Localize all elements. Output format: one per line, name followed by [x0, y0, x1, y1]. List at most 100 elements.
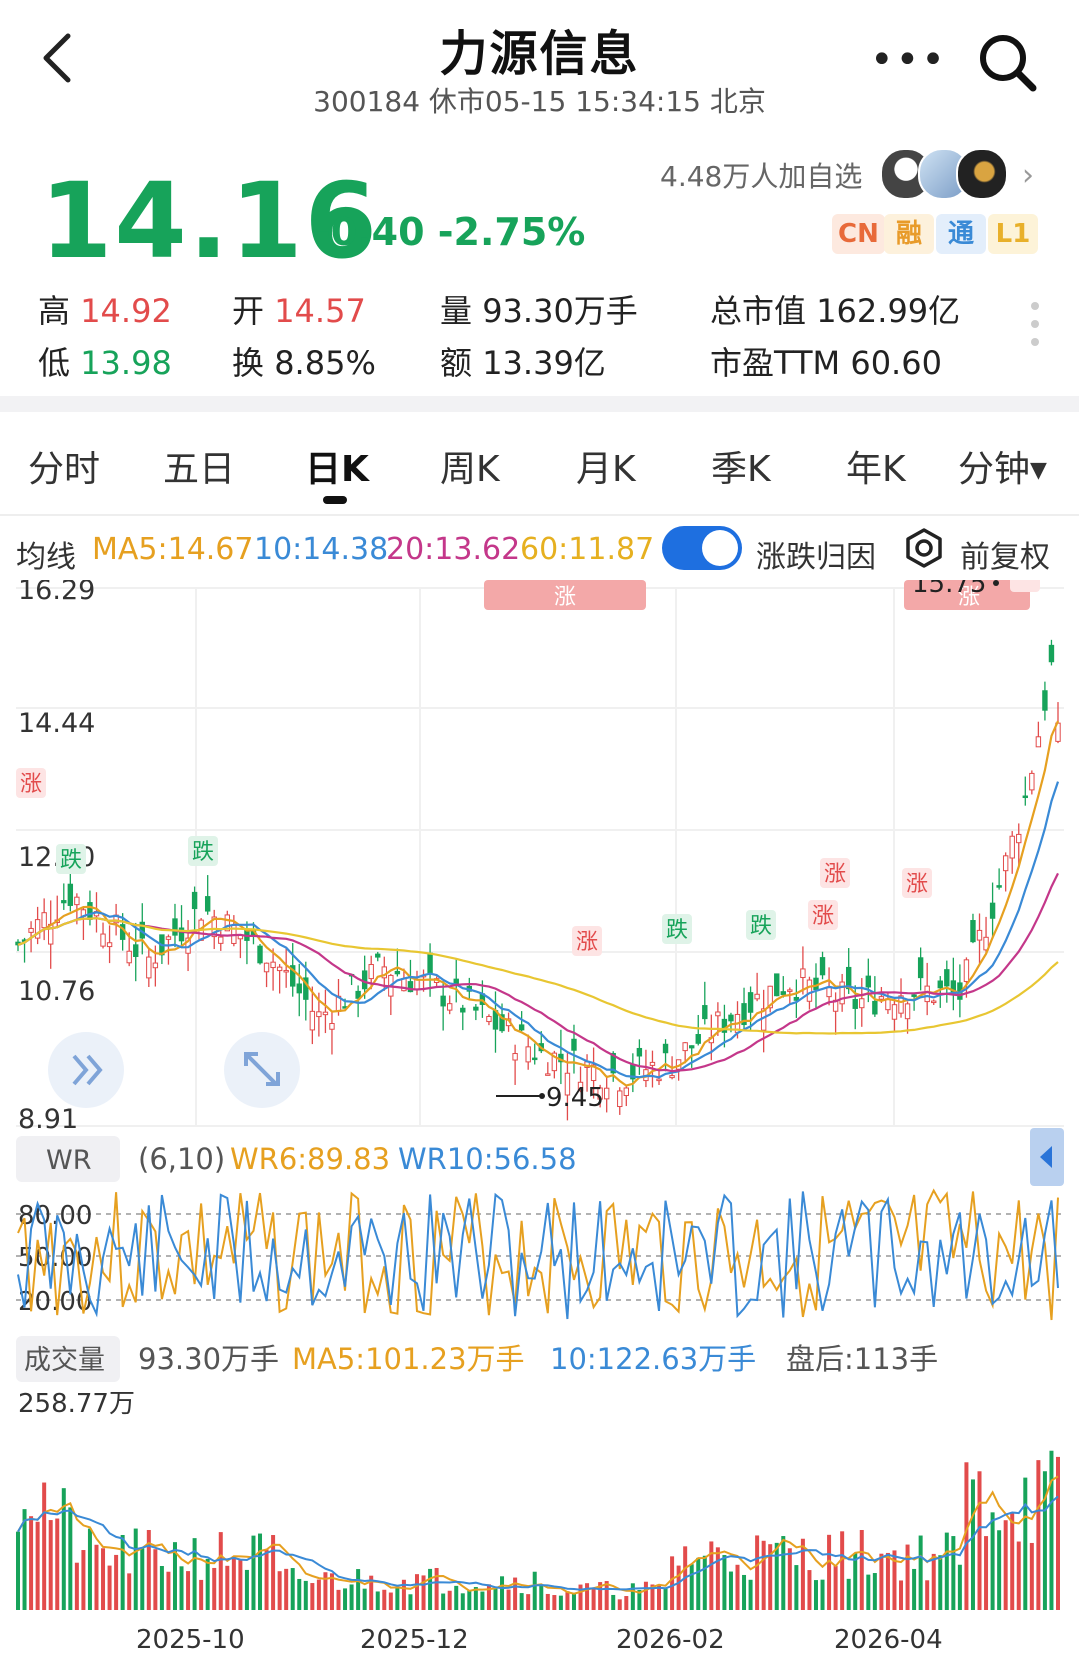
candle-body: [74, 896, 80, 906]
volume-bar: [702, 1555, 707, 1610]
candle-body: [669, 1075, 675, 1079]
volume-bar: [414, 1574, 419, 1610]
volume-bar: [467, 1590, 472, 1610]
candle-body: [774, 973, 780, 997]
volume-bar: [696, 1557, 701, 1610]
candle-body: [67, 883, 74, 906]
price-change: -0.40 -2.75%: [315, 210, 586, 254]
volume-bar: [441, 1593, 446, 1610]
volume-bar: [55, 1518, 60, 1610]
volume-bar: [990, 1512, 995, 1610]
volume-bar: [316, 1579, 321, 1610]
adjust-mode[interactable]: 前复权: [960, 532, 1050, 576]
candle-body: [996, 885, 1002, 888]
kline-chart[interactable]: 16.29 14.44 12.60 10.76 8.91 涨 涨 涨 跌 跌 涨…: [0, 580, 1079, 1655]
volume-bar: [526, 1594, 531, 1610]
volume-bar: [951, 1536, 956, 1610]
wr10-value: WR10:56.58: [398, 1142, 577, 1176]
expand-stats-icon[interactable]: [1030, 300, 1040, 350]
volume-bar: [938, 1555, 943, 1610]
tab-intraday[interactable]: 分时: [28, 440, 100, 492]
tag-connect: 通: [936, 214, 986, 254]
candle-body: [525, 1046, 531, 1063]
settings-icon[interactable]: [904, 528, 944, 568]
volume-bar: [558, 1595, 563, 1610]
x-axis-label: 2025-10: [136, 1625, 245, 1655]
tab-weekly-k[interactable]: 周K: [440, 440, 500, 492]
more-icon[interactable]: •••: [870, 40, 947, 80]
volume-bar: [244, 1569, 249, 1610]
volume-bar: [251, 1535, 256, 1610]
candle-body: [649, 1061, 656, 1066]
volume-bar: [375, 1591, 380, 1610]
candle-body: [571, 1038, 577, 1051]
high-marker-value: 15.75: [912, 580, 986, 599]
volume-bar: [133, 1528, 138, 1610]
candle-body: [427, 952, 433, 974]
volume-bar: [519, 1593, 524, 1610]
volume-bar: [159, 1566, 164, 1610]
volume-bar: [480, 1591, 485, 1610]
candle-body: [146, 956, 152, 979]
volume-bar: [140, 1548, 145, 1610]
attribution-toggle[interactable]: [662, 526, 742, 570]
volume-bar: [912, 1568, 917, 1610]
volume-bar: [676, 1565, 681, 1610]
candle-body: [603, 1087, 610, 1100]
candle-body: [1042, 690, 1048, 711]
tab-five-day[interactable]: 五日: [163, 440, 235, 492]
candle-body: [133, 944, 139, 957]
tag-cn: CN: [832, 214, 885, 254]
candle-body: [859, 998, 865, 1009]
ma5-value: MA5:14.67: [92, 532, 254, 567]
candle-body: [872, 1000, 878, 1015]
volume-bar: [1029, 1542, 1034, 1610]
volume-bar: [343, 1588, 348, 1610]
watcher-avatars[interactable]: [880, 148, 1010, 200]
tab-daily-k[interactable]: 日K: [305, 440, 369, 492]
volume-bar: [205, 1558, 210, 1610]
candle-body: [682, 1042, 688, 1052]
stat-volume: 量 93.30万手: [440, 292, 638, 330]
watchers-count[interactable]: 4.48万人加自选: [660, 155, 862, 195]
tab-monthly-k[interactable]: 月K: [576, 440, 636, 492]
volume-bar: [493, 1588, 498, 1610]
volume-bar: [48, 1520, 53, 1610]
candle-body: [545, 1073, 551, 1076]
candle-body: [126, 950, 132, 964]
volume-bar: [585, 1583, 590, 1610]
volume-bar: [977, 1471, 982, 1610]
after-hours-volume: 盘后:113手: [786, 1342, 938, 1376]
volume-bar: [807, 1570, 812, 1610]
volume-bar: [127, 1573, 132, 1610]
candle-body: [806, 979, 813, 1002]
volume-bar: [899, 1580, 904, 1610]
candle-body: [852, 999, 858, 1009]
volume-label[interactable]: 成交量: [24, 1345, 105, 1376]
chevron-right-icon[interactable]: ›: [1022, 158, 1034, 193]
volume-bar: [42, 1482, 47, 1610]
search-icon[interactable]: [975, 30, 1039, 94]
wr-label[interactable]: WR: [46, 1145, 91, 1176]
candle-body: [891, 1004, 898, 1020]
stock-code-status: 300184 休市05-15 15:34:15 北京: [313, 85, 766, 118]
volume-bar: [872, 1573, 877, 1610]
x-axis-label: 2026-02: [616, 1625, 725, 1655]
event-down-label: 跌: [192, 840, 214, 865]
volume-bar: [408, 1594, 413, 1610]
tab-yearly-k[interactable]: 年K: [846, 440, 906, 492]
candle-body: [689, 1045, 695, 1049]
volume-bar: [114, 1554, 119, 1610]
stat-market-cap: 总市值 162.99亿: [710, 292, 961, 330]
volume-bar: [742, 1574, 747, 1610]
volume-bar: [107, 1565, 112, 1610]
candle-body: [283, 969, 289, 973]
candle-body: [100, 933, 106, 947]
event-up-badge[interactable]: [1010, 580, 1040, 592]
tab-minute[interactable]: 分钟▼: [958, 440, 1047, 492]
volume-bar: [231, 1556, 236, 1610]
tab-quarterly-k[interactable]: 季K: [711, 440, 771, 492]
volume-bar: [885, 1552, 890, 1610]
candle-body: [165, 936, 172, 940]
volume-bar: [382, 1589, 387, 1610]
